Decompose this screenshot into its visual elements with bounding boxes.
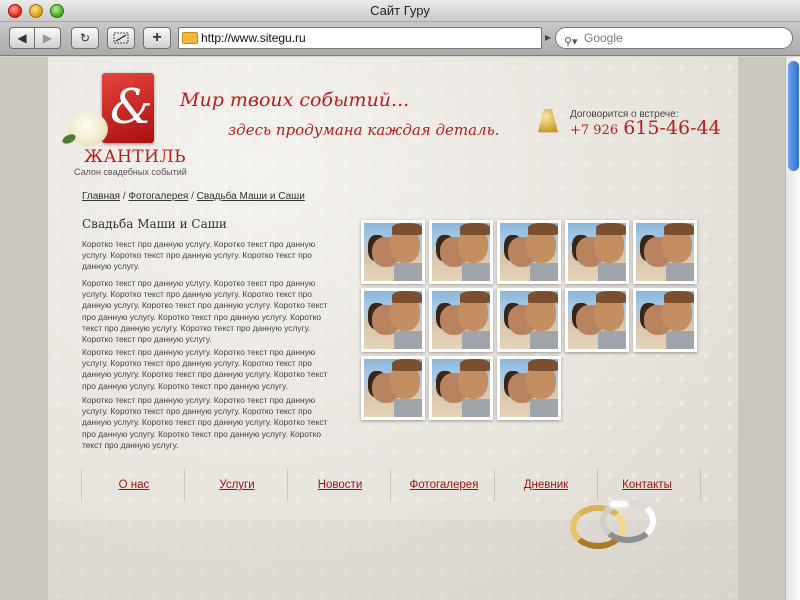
couple-photo-image (636, 291, 694, 349)
article-paragraph: Коротко текст про данную услугу. Коротко… (82, 347, 328, 391)
gallery-thumbnail[interactable] (633, 220, 697, 284)
search-input[interactable]: ⚲▾ Google (555, 27, 793, 49)
couple-photo-image (432, 291, 490, 349)
nav-item-about[interactable]: О нас (89, 479, 179, 491)
back-button[interactable]: ◀ (9, 27, 35, 49)
window-title: Сайт Гуру (370, 3, 430, 18)
couple-photo-image (636, 223, 694, 281)
brand-tagline: Салон свадебных событий (74, 167, 187, 177)
slogan-line-2: здесь продумана каждая деталь. (228, 121, 500, 139)
reload-button[interactable]: ↻ (71, 27, 99, 49)
breadcrumb-current[interactable]: Свадьба Маши и Саши (197, 191, 305, 202)
vertical-scrollbar[interactable] (785, 57, 800, 600)
gallery-thumbnail[interactable] (361, 220, 425, 284)
nav-item-diary[interactable]: Дневник (501, 479, 591, 491)
nav-item-contacts[interactable]: Контакты (602, 479, 692, 491)
article-paragraph: Коротко текст про данную услугу. Коротко… (82, 395, 328, 450)
address-bar[interactable]: http://www.sitegu.ru (178, 27, 542, 49)
breadcrumb-separator: / (188, 191, 197, 202)
breadcrumb-home[interactable]: Главная (82, 191, 120, 202)
page-title: Свадьба Маши и Саши (82, 217, 227, 231)
gallery-thumbnail[interactable] (497, 288, 561, 352)
rose-icon (68, 112, 108, 146)
gallery-thumbnail[interactable] (565, 220, 629, 284)
silver-ring-icon (600, 499, 656, 543)
gallery-thumbnail[interactable] (361, 288, 425, 352)
gallery-thumbnail[interactable] (429, 220, 493, 284)
forward-button[interactable]: ▶ (35, 27, 61, 49)
couple-photo-image (364, 223, 422, 281)
search-icon: ⚲▾ (564, 36, 578, 48)
browser-toolbar: ◀ ▶ ↻ + http://www.sitegu.ru ⚲▾ Google (0, 22, 800, 56)
logo[interactable]: & (102, 73, 154, 143)
couple-photo-image (500, 223, 558, 281)
title-bar: Сайт Гуру (0, 0, 800, 22)
nav-item-gallery[interactable]: Фотогалерея (399, 479, 489, 491)
article-paragraph: Коротко текст про данную услугу. Коротко… (82, 278, 328, 345)
add-bookmark-button[interactable]: + (143, 27, 171, 49)
phone-code: +7 926 (570, 123, 619, 138)
nav-item-services[interactable]: Услуги (192, 479, 282, 491)
diamond-icon (610, 501, 628, 507)
page-viewport: & ЖАНТИЛЬ Салон свадебных событий Мир тв… (0, 57, 785, 600)
folder-icon (182, 32, 198, 44)
nav-item-news[interactable]: Новости (295, 479, 385, 491)
couple-photo-image (432, 223, 490, 281)
snapshot-button[interactable] (107, 27, 135, 49)
article-paragraph: Коротко текст про данную услугу. Коротко… (82, 239, 316, 272)
couple-photo-image (568, 291, 626, 349)
nav-divider (390, 469, 391, 501)
leaf-icon (60, 132, 78, 146)
gallery-thumbnail[interactable] (429, 288, 493, 352)
gallery-thumbnail[interactable] (497, 220, 561, 284)
brand-name[interactable]: ЖАНТИЛЬ (84, 147, 186, 167)
phone-number: +7 926 615-46-44 (570, 117, 721, 139)
nav-divider (81, 469, 82, 501)
gallery-thumbnail[interactable] (633, 288, 697, 352)
phone-digits: 615-46-44 (623, 117, 721, 139)
breadcrumb: Главная / Фотогалерея / Свадьба Маши и С… (82, 191, 305, 202)
scrollbar-thumb[interactable] (788, 61, 799, 171)
address-url: http://www.sitegu.ru (201, 31, 306, 45)
couple-photo-image (500, 291, 558, 349)
couple-photo-image (500, 359, 558, 417)
nav-divider (184, 469, 185, 501)
breadcrumb-gallery[interactable]: Фотогалерея (128, 191, 188, 202)
wedding-rings-icon (570, 497, 660, 552)
gallery-thumbnail[interactable] (429, 356, 493, 420)
search-placeholder: Google (584, 31, 623, 45)
gallery-thumbnail[interactable] (565, 288, 629, 352)
nav-divider (287, 469, 288, 501)
couple-photo-image (432, 359, 490, 417)
browser-window: Сайт Гуру ◀ ▶ ↻ + http://www.sitegu.ru ⚲… (0, 0, 800, 600)
logo-ampersand: & (110, 79, 153, 135)
nav-divider (700, 469, 701, 501)
couple-photo-image (568, 223, 626, 281)
couple-photo-image (364, 359, 422, 417)
nav-divider (494, 469, 495, 501)
gallery-thumbnail[interactable] (361, 356, 425, 420)
scissors-icon (113, 32, 129, 44)
gallery-thumbnail[interactable] (497, 356, 561, 420)
address-dropdown-icon[interactable] (545, 35, 551, 41)
couple-photo-image (364, 291, 422, 349)
site-container: & ЖАНТИЛЬ Салон свадебных событий Мир тв… (48, 57, 738, 600)
bell-icon (538, 109, 558, 133)
slogan-line-1: Мир твоих событий... (180, 89, 410, 111)
